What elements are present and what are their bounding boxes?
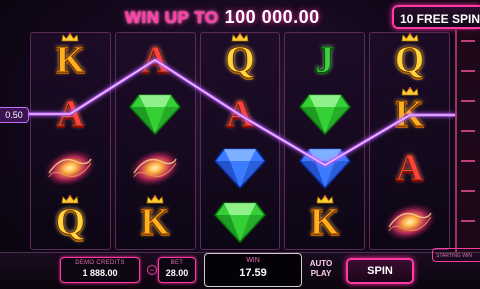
starting-win-tab: STARTING WIN [432, 248, 480, 262]
reel-4: JK [284, 32, 366, 250]
payline-tag[interactable]: 0.50 [0, 107, 29, 123]
reel-5: QKA [369, 32, 450, 250]
symbol-letter: K [55, 39, 86, 81]
reel-2: AK [114, 32, 196, 250]
right-side-panel [455, 30, 480, 256]
symbol-a: A [379, 143, 441, 193]
autoplay-label-line1: AUTO [309, 259, 333, 268]
crown-icon [61, 33, 79, 42]
credits-value: 1 888.00 [82, 268, 118, 278]
win-up-amount: 100 000.00 [224, 7, 320, 27]
panel-tick [461, 130, 475, 132]
bet-decrease-button[interactable]: − [147, 265, 157, 275]
win-up-label: WIN UP TO [125, 8, 219, 27]
reel-3: QA [199, 32, 281, 250]
top-banner: WIN UP TO 100 000.00 10 FREE SPINS [0, 0, 480, 30]
symbol-q: Q [39, 195, 101, 247]
symbol-letter: A [141, 39, 169, 81]
green-gem-icon [209, 197, 271, 247]
free-spins-badge: 10 FREE SPINS [392, 5, 480, 29]
symbol-letter: K [140, 201, 171, 243]
win-display: WIN 17.59 [204, 253, 302, 287]
panel-tick [461, 40, 475, 42]
symbol-a: A [39, 89, 101, 139]
symbol-letter: J [315, 39, 335, 81]
bet-display: BET 28.00 [158, 257, 196, 283]
blue-gem-icon [294, 143, 356, 193]
symbol-letter: Q [225, 39, 256, 81]
panel-tick [461, 100, 475, 102]
credits-display: DEMO CREDITS 1 888.00 [60, 257, 140, 283]
crown-icon [316, 195, 334, 204]
symbol-a: A [124, 35, 186, 85]
crown-icon [401, 33, 419, 42]
symbol-q: Q [379, 33, 441, 85]
symbol-letter: K [394, 93, 425, 135]
panel-tick [461, 190, 475, 192]
crown-icon [401, 87, 419, 96]
symbol-letter: A [395, 147, 424, 189]
galaxy-icon [379, 197, 441, 247]
symbol-letter: K [310, 201, 341, 243]
symbol-k: K [379, 87, 441, 139]
symbol-q: Q [209, 33, 271, 85]
galaxy-icon [124, 143, 186, 193]
symbol-letter: A [56, 93, 85, 135]
symbol-a: A [209, 89, 271, 139]
win-label: WIN [246, 257, 260, 264]
symbol-letter: Q [55, 201, 86, 243]
symbol-k: K [124, 195, 186, 247]
reel-1: KA Q [30, 32, 111, 250]
reel-grid: KAQAKQAJKQKA [30, 32, 450, 250]
autoplay-label-line2: PLAY [310, 269, 332, 278]
crown-icon [61, 195, 79, 204]
panel-tick [461, 160, 475, 162]
crown-icon [231, 33, 249, 42]
panel-tick [461, 70, 475, 72]
bet-value: 28.00 [165, 268, 189, 278]
symbol-letter: A [226, 93, 254, 135]
symbol-letter: Q [394, 39, 425, 81]
control-bar: DEMO CREDITS 1 888.00 − BET 28.00 + WIN … [0, 252, 480, 289]
green-gem-icon [294, 89, 356, 139]
symbol-k: K [294, 195, 356, 247]
symbol-k: K [39, 33, 101, 85]
bet-label: BET [170, 260, 184, 266]
green-gem-icon [124, 89, 186, 139]
win-up-banner: WIN UP TO 100 000.00 [125, 6, 320, 28]
blue-gem-icon [209, 143, 271, 193]
crown-icon [146, 195, 164, 204]
autoplay-button[interactable]: AUTO PLAY [306, 259, 336, 283]
spin-button[interactable]: SPIN [346, 258, 414, 284]
symbol-j: J [294, 35, 356, 85]
win-value: 17.59 [239, 267, 267, 279]
galaxy-icon [39, 143, 101, 193]
panel-tick [461, 220, 475, 222]
credits-label: DEMO CREDITS [75, 260, 125, 266]
